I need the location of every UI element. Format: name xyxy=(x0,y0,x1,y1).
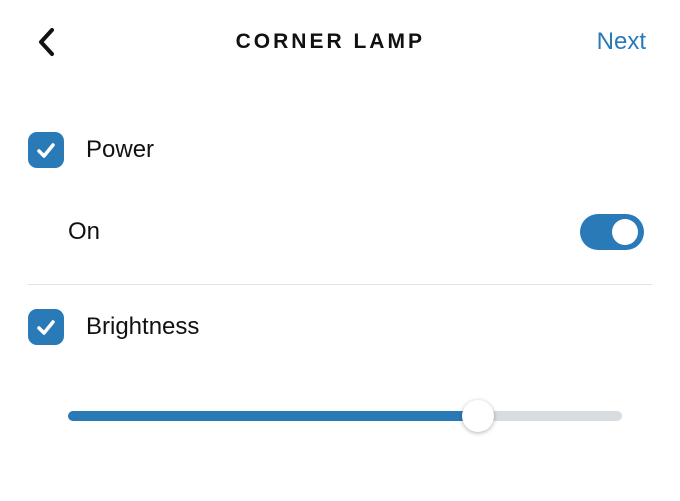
brightness-slider[interactable] xyxy=(68,403,622,429)
header: CORNER LAMP Next xyxy=(0,0,680,70)
brightness-label: Brightness xyxy=(86,313,199,341)
slider-fill xyxy=(68,411,478,421)
toggle-knob xyxy=(612,219,638,245)
power-checkbox[interactable] xyxy=(28,132,64,168)
power-state-label: On xyxy=(68,218,100,246)
back-button[interactable] xyxy=(28,24,64,60)
power-state-row: On xyxy=(28,186,652,278)
check-icon xyxy=(35,139,57,161)
page-title: CORNER LAMP xyxy=(64,30,597,54)
chevron-left-icon xyxy=(37,27,55,57)
slider-thumb[interactable] xyxy=(462,400,494,432)
check-icon xyxy=(35,316,57,338)
next-button[interactable]: Next xyxy=(597,28,652,56)
brightness-row: Brightness xyxy=(28,291,652,363)
power-toggle[interactable] xyxy=(580,214,644,250)
brightness-slider-wrap xyxy=(28,363,652,429)
power-row: Power xyxy=(28,114,652,186)
power-label: Power xyxy=(86,136,154,164)
brightness-checkbox[interactable] xyxy=(28,309,64,345)
divider xyxy=(28,284,652,285)
content: Power On Brightness xyxy=(0,70,680,429)
